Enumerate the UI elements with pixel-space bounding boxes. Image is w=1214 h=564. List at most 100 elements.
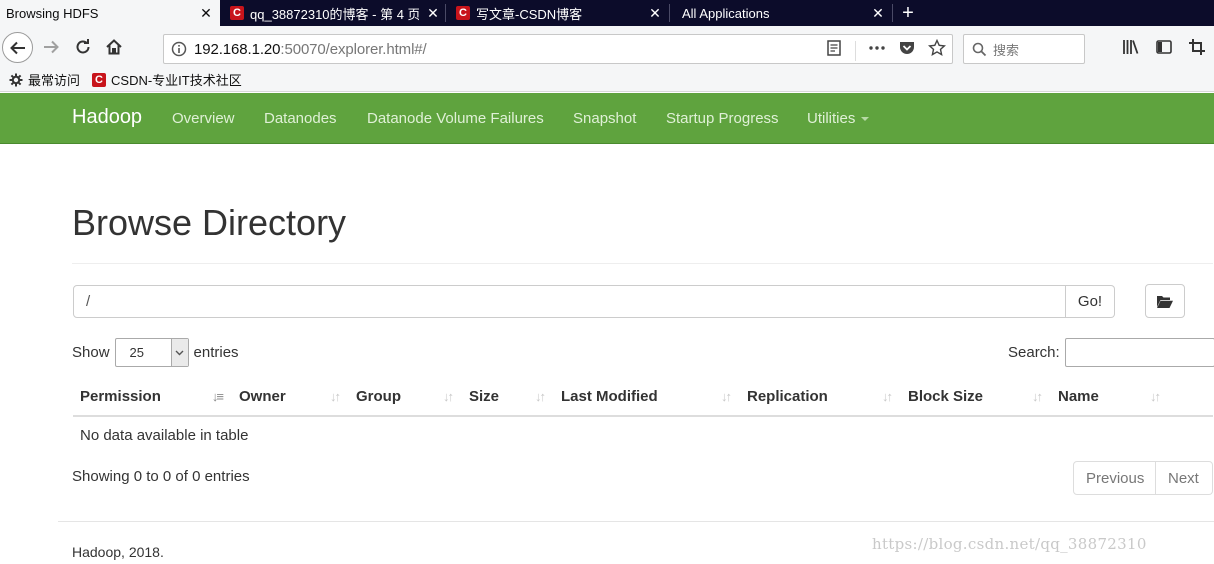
entries-label: entries [193, 344, 239, 361]
address-bar-actions [825, 38, 947, 62]
reload-button[interactable] [72, 36, 94, 58]
footer-text: Hadoop, 2018. [72, 544, 164, 560]
browser-search-field[interactable]: 搜索 [963, 34, 1085, 64]
reload-icon [76, 39, 90, 54]
sort-icon: ↓↑ [1032, 389, 1043, 404]
nav-datanodes[interactable]: Datanodes [264, 110, 337, 127]
search-label: Search: [1008, 344, 1060, 361]
nav-startup-progress[interactable]: Startup Progress [666, 110, 779, 127]
column-name[interactable]: Name ↓↑ [1051, 378, 1213, 417]
screenshot-crop-icon[interactable] [1188, 38, 1206, 61]
bookmarks-toolbar: 最常访问 C CSDN-专业IT技术社区 [0, 68, 1214, 92]
tab-csdn-write[interactable]: C 写文章-CSDN博客 ✕ [446, 0, 669, 26]
nav-utilities-label: Utilities [807, 110, 856, 127]
browser-toolbar: 192.168.1.20:50070/explorer.html#/ 搜索 [0, 26, 1214, 68]
column-last-modified[interactable]: Last Modified ↓↑ [554, 378, 740, 417]
column-label: Group [356, 388, 401, 405]
search-icon [972, 42, 987, 56]
column-label: Name [1058, 388, 1099, 405]
info-icon[interactable] [164, 41, 194, 57]
tab-browsing-hdfs[interactable]: Browsing HDFS ✕ [0, 0, 220, 26]
column-label: Owner [239, 388, 286, 405]
column-label: Block Size [908, 388, 984, 405]
tab-title: All Applications [682, 5, 770, 21]
folder-open-icon [1157, 295, 1173, 308]
brand-link[interactable]: Hadoop [72, 106, 142, 129]
bookmark-label: CSDN-专业IT技术社区 [111, 73, 242, 88]
arrow-right-icon [44, 40, 59, 54]
column-permission[interactable]: Permission ↓≡ [73, 378, 232, 417]
nav-datanode-volume-failures[interactable]: Datanode Volume Failures [367, 110, 544, 127]
nav-utilities-dropdown[interactable]: Utilities [807, 110, 870, 127]
forward-button[interactable] [40, 36, 62, 58]
column-owner[interactable]: Owner ↓↑ [232, 378, 349, 417]
pocket-icon[interactable] [898, 39, 916, 62]
directory-path-input[interactable]: / [73, 285, 1066, 318]
table-info: Showing 0 to 0 of 0 entries [72, 468, 250, 485]
column-label: Size [469, 388, 500, 405]
go-button[interactable]: Go! [1066, 285, 1115, 318]
caret-down-icon [861, 117, 870, 122]
column-replication[interactable]: Replication ↓↑ [740, 378, 901, 417]
watermark: https://blog.csdn.net/qq_38872310 [872, 535, 1147, 553]
column-label: Permission [80, 388, 161, 405]
sort-icon: ↓↑ [330, 389, 341, 404]
tab-title: qq_38872310的博客 - 第 4 页 [250, 6, 419, 22]
show-label: Show [72, 344, 110, 361]
url-text: 192.168.1.20:50070/explorer.html#/ [194, 41, 427, 58]
empty-table-message: No data available in table [73, 415, 1213, 453]
close-icon[interactable]: ✕ [647, 5, 663, 22]
page-length-select[interactable]: 25 [114, 338, 189, 367]
sort-icon: ↓↑ [882, 389, 893, 404]
browser-tab-strip: Browsing HDFS ✕ C qq_38872310的博客 - 第 4 页… [0, 0, 1214, 26]
column-size[interactable]: Size ↓↑ [462, 378, 554, 417]
library-icon[interactable] [1122, 38, 1140, 61]
column-label: Last Modified [561, 388, 658, 405]
home-button[interactable] [103, 36, 125, 58]
csdn-favicon: C [230, 6, 244, 20]
tab-csdn-blog[interactable]: C qq_38872310的博客 - 第 4 页 ✕ [220, 0, 445, 26]
url-path: :50070/explorer.html#/ [280, 40, 427, 58]
new-tab-button[interactable]: + [893, 0, 923, 26]
pagination: Previous Next [1073, 461, 1213, 495]
page-length-control: Show 25 entries [72, 338, 239, 367]
column-label: Replication [747, 388, 828, 405]
home-icon [106, 39, 122, 55]
arrow-left-icon [9, 41, 25, 54]
sort-icon: ↓↑ [1150, 389, 1161, 404]
sort-icon: ↓↑ [443, 389, 454, 404]
close-icon[interactable]: ✕ [198, 5, 214, 22]
back-button[interactable] [2, 32, 33, 63]
column-block-size[interactable]: Block Size ↓↑ [901, 378, 1051, 417]
close-icon[interactable]: ✕ [870, 5, 886, 22]
previous-page-button[interactable]: Previous [1073, 461, 1156, 495]
sort-asc-icon: ↓≡ [211, 389, 224, 404]
sort-icon: ↓↑ [721, 389, 732, 404]
gear-icon [9, 73, 23, 86]
create-directory-button[interactable] [1145, 284, 1185, 318]
search-placeholder: 搜索 [993, 42, 1020, 58]
column-group[interactable]: Group ↓↑ [349, 378, 462, 417]
bookmark-most-visited[interactable]: 最常访问 [9, 70, 80, 89]
table-search-input[interactable] [1064, 338, 1214, 367]
nav-snapshot[interactable]: Snapshot [573, 110, 636, 127]
divider [72, 263, 1213, 264]
url-host: 192.168.1.20 [194, 40, 281, 58]
bookmark-star-icon[interactable] [927, 38, 947, 62]
close-icon[interactable]: ✕ [425, 5, 441, 22]
reader-view-icon[interactable] [825, 39, 843, 62]
sidebar-icon[interactable] [1155, 38, 1173, 61]
address-bar[interactable]: 192.168.1.20:50070/explorer.html#/ [163, 34, 953, 64]
toolbar-icons [1122, 38, 1206, 61]
divider [58, 521, 1214, 522]
tab-all-applications[interactable]: All Applications ✕ [670, 0, 892, 26]
table-search: Search: [1008, 338, 1214, 367]
more-actions-icon[interactable] [868, 39, 886, 62]
next-page-button[interactable]: Next [1156, 461, 1213, 495]
bookmark-csdn[interactable]: C CSDN-专业IT技术社区 [92, 70, 242, 89]
table-header-row: Permission ↓≡ Owner ↓↑ Group ↓↑ Size ↓↑ Last… [73, 378, 1213, 417]
tab-title: Browsing HDFS [6, 5, 99, 21]
csdn-favicon: C [456, 6, 470, 20]
chevron-down-icon [170, 339, 188, 366]
nav-overview[interactable]: Overview [172, 110, 235, 127]
